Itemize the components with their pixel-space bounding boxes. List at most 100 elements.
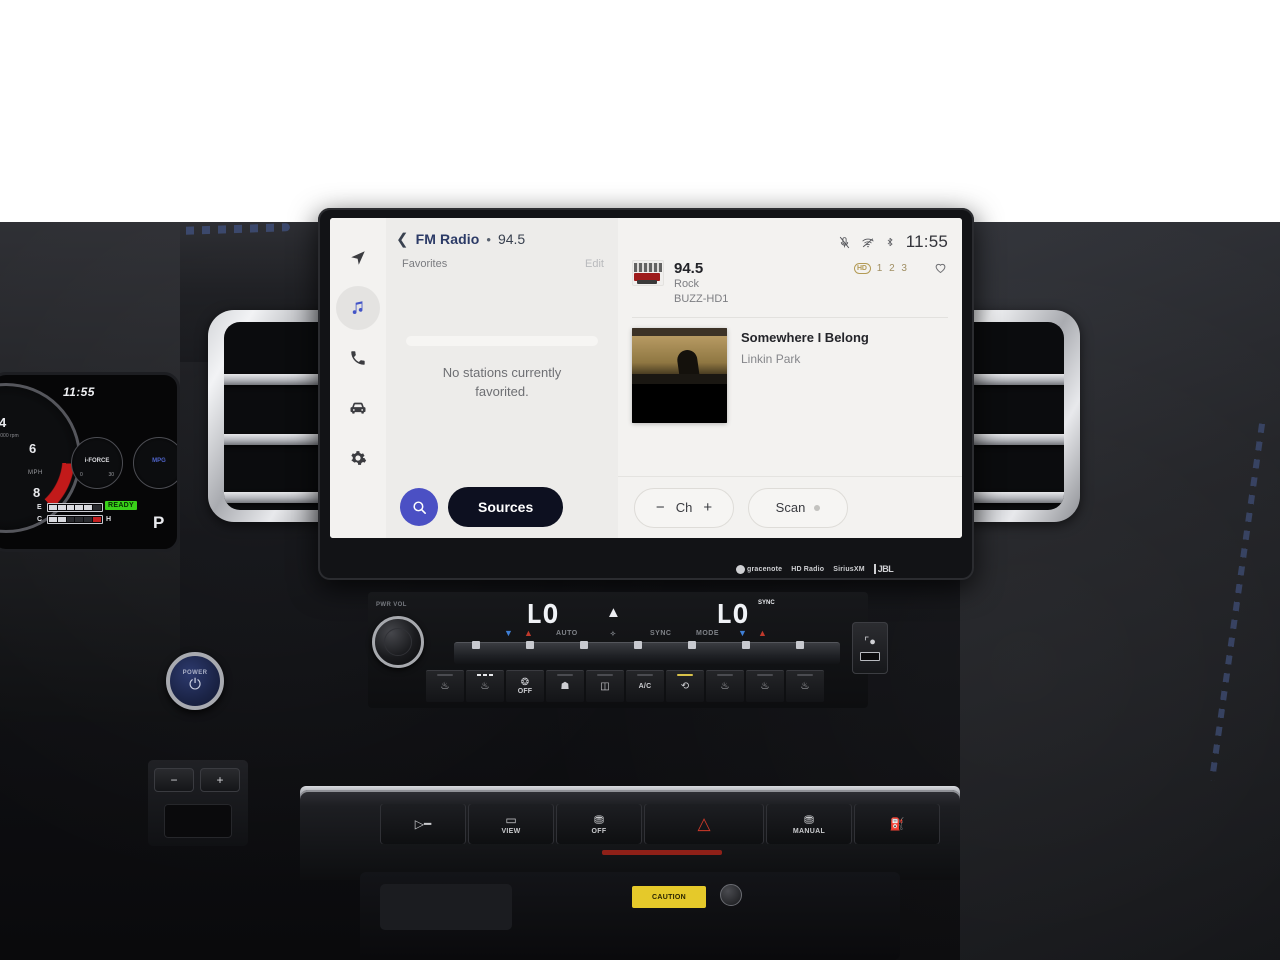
climate-control-panel: PWR VOL LO ▲ LO SYNC ▼ ▲ ▼ ▲ AUTO ✧ SYNC… — [368, 592, 868, 708]
navigation-arrow-icon — [351, 251, 365, 265]
vent-slat[interactable] — [960, 434, 1064, 445]
auto-label[interactable]: AUTO — [556, 630, 578, 637]
hazard-indicator-bar — [602, 850, 722, 855]
ac-label: A/C — [638, 683, 652, 690]
climate-button-row: ♨ ♨ ❂ OFF ☗ ◫ A/C ⟲ ♨ ♨ ♨ — [426, 670, 824, 702]
console-button-trailer-brake[interactable]: ⛽ — [854, 804, 940, 844]
climate-button-defogger[interactable]: ♨ — [706, 670, 744, 702]
console-button-hazard[interactable]: △ — [644, 804, 764, 844]
climate-button-seat-ventilation-left[interactable]: ♨ — [466, 670, 504, 702]
favorites-action-row: Sources — [386, 476, 618, 538]
song-info-row: Somewhere I Belong Linkin Park — [618, 318, 962, 423]
instrument-cluster: 4 6 8 MPH x1000 rpm 11:55 i-FORCE 0 30 M… — [0, 372, 180, 552]
driver-temp-down-arrow[interactable]: ▼ — [504, 628, 513, 638]
climate-button-rear-defrost[interactable]: ☗ — [546, 670, 584, 702]
hd-channel-list[interactable]: 1 2 3 — [877, 263, 909, 274]
climate-button-front-defrost[interactable]: ◫ — [586, 670, 624, 702]
search-button[interactable] — [400, 488, 438, 526]
console-button-manual[interactable]: ⛃ MANUAL — [766, 804, 852, 844]
no-connection-icon — [862, 237, 874, 247]
status-bar: 11:55 — [618, 218, 962, 254]
album-artwork — [632, 327, 727, 423]
dimmer-panel: − + — [148, 760, 248, 846]
climate-button-recirculation[interactable]: ⟲ — [666, 670, 704, 702]
fan-level-icon: ▲ — [606, 604, 621, 621]
screenshot-root: 4 6 8 MPH x1000 rpm 11:55 i-FORCE 0 30 M… — [0, 0, 1280, 960]
hd-radio-indicator: HD 1 2 3 — [854, 260, 909, 274]
recirculation-icon: ⟲ — [680, 680, 690, 692]
driver-temp-up-arrow[interactable]: ▲ — [524, 628, 533, 638]
power-start-button[interactable]: POWER ⏻ — [166, 652, 224, 710]
power-icon: ⏻ — [189, 676, 201, 693]
power-volume-knob[interactable] — [372, 616, 424, 668]
climate-button-air-conditioning[interactable]: A/C — [626, 670, 664, 702]
station-info-row: 94.5 Rock BUZZ-HD1 HD 1 2 3 — [618, 254, 962, 307]
stitching-right-panel — [1208, 423, 1266, 781]
usb-slot — [860, 652, 880, 661]
sync-label[interactable]: SYNC — [650, 630, 671, 637]
tach-rpm-label: x1000 rpm — [0, 433, 19, 439]
temp-gauge-row: C H — [37, 515, 157, 524]
traction-off-label: OFF — [591, 827, 607, 835]
trailer-brake-icon: ⛽ — [889, 817, 905, 831]
microphone-muted-icon — [839, 236, 849, 248]
mpg-gauge: MPG — [133, 437, 177, 489]
sources-button[interactable]: Sources — [448, 487, 564, 527]
passenger-temp-up-arrow[interactable]: ▲ — [758, 628, 767, 638]
console-button-traction-off[interactable]: ⛃ OFF — [556, 804, 642, 844]
vent-slat[interactable] — [224, 492, 328, 503]
back-chevron-icon[interactable]: ❮ — [396, 232, 409, 247]
sidebar-item-media[interactable] — [336, 286, 380, 330]
climate-slider-bar[interactable] — [454, 641, 840, 664]
mode-label[interactable]: MODE — [696, 630, 719, 637]
dimmer-increase-button[interactable]: + — [200, 768, 240, 792]
power-volume-label: PWR VOL — [376, 602, 407, 608]
sidebar-item-settings[interactable] — [336, 436, 380, 480]
temp-cold-letter: C — [37, 516, 43, 523]
cluster-clock: 11:55 — [63, 385, 95, 399]
channel-stepper[interactable]: − Ch + — [634, 487, 734, 528]
ready-indicator: READY — [105, 501, 138, 510]
air-vent-right-opening — [960, 322, 1064, 510]
tray-knob[interactable] — [720, 884, 742, 906]
console-button-camera-view[interactable]: ▭ VIEW — [468, 804, 554, 844]
climate-button-fan-off[interactable]: ❂ OFF — [506, 670, 544, 702]
favorites-label: Favorites — [402, 258, 448, 270]
favorites-edit-button[interactable]: Edit — [585, 258, 604, 270]
climate-button-seat-heater-right[interactable]: ♨ — [786, 670, 824, 702]
channel-up-button[interactable]: + — [703, 499, 712, 516]
audio-brand-strip: gracenote HD Radio SiriusXM JBL — [736, 564, 894, 574]
source-title: FM Radio — [415, 231, 480, 247]
climate-button-seat-heater-left[interactable]: ♨ — [426, 670, 464, 702]
vent-slat[interactable] — [960, 492, 1064, 503]
scan-button[interactable]: Scan — [748, 487, 848, 528]
dimmer-decrease-button[interactable]: − — [154, 768, 194, 792]
vent-slat[interactable] — [224, 374, 328, 385]
sidebar-item-navigation[interactable] — [336, 236, 380, 280]
usb-port[interactable]: ⌜● — [852, 622, 888, 674]
favorites-panel: ❮ FM Radio • 94.5 Favorites Edit No stat… — [386, 218, 618, 538]
vent-slat[interactable] — [224, 434, 328, 445]
camera-view-icon: ▭ — [505, 812, 517, 827]
hd-radio-label: Radio — [803, 565, 825, 573]
title-separator: • — [486, 231, 491, 247]
climate-button-seat-ventilation-right[interactable]: ♨ — [746, 670, 784, 702]
sync-superscript-label: SYNC — [758, 600, 775, 606]
channel-down-button[interactable]: − — [656, 499, 665, 516]
infotainment-screen[interactable]: ❮ FM Radio • 94.5 Favorites Edit No stat… — [330, 218, 962, 538]
brand-gracenote: gracenote — [736, 564, 782, 574]
console-button-tow-haul[interactable]: ▷━ — [380, 804, 466, 844]
seat-vent-right-icon: ♨ — [760, 680, 770, 692]
station-call-sign: BUZZ-HD1 — [674, 293, 729, 306]
favorite-heart-icon[interactable] — [919, 260, 948, 278]
hazard-triangle-icon: △ — [697, 814, 711, 833]
scan-label: Scan — [775, 500, 806, 515]
sidebar-item-phone[interactable] — [336, 336, 380, 380]
fuel-temp-gauges: E F C H — [37, 503, 157, 527]
vent-slat[interactable] — [960, 374, 1064, 385]
sidebar-item-vehicle[interactable] — [336, 386, 380, 430]
air-vent-left-opening — [224, 322, 328, 510]
music-note-icon — [352, 301, 363, 314]
passenger-temp-down-arrow[interactable]: ▼ — [738, 628, 747, 638]
fan-label[interactable]: ✧ — [610, 630, 616, 638]
